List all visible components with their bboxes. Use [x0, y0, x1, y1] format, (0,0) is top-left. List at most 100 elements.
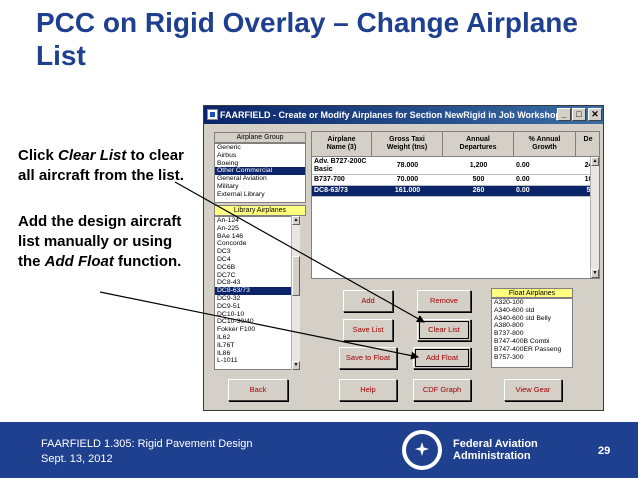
float-airplane-item[interactable]: A340-600 std	[492, 307, 572, 315]
float-airplane-item[interactable]: A320-100	[492, 299, 572, 307]
save-list-button[interactable]: Save List	[343, 319, 393, 341]
library-airplane-item[interactable]: DC3	[215, 248, 299, 256]
save-to-float-button-label: Save to Float	[345, 353, 391, 362]
airplane-group-item[interactable]: Generic	[215, 144, 305, 152]
library-airplane-item[interactable]: IL76T	[215, 342, 299, 350]
scroll-down-icon[interactable]: ▼	[292, 361, 300, 370]
footer-agency: Federal Aviation Administration	[453, 438, 538, 462]
header-extra: De	[576, 132, 599, 157]
float-airplane-item[interactable]: B747-400B Combi	[492, 338, 572, 346]
library-airplane-item[interactable]: L-1011	[215, 357, 299, 365]
help-button-label: Help	[360, 385, 376, 394]
float-airplane-item[interactable]: B737-800	[492, 330, 572, 338]
library-airplane-item[interactable]: An-225	[215, 225, 299, 233]
float-airplane-item[interactable]: B757-300	[492, 354, 572, 362]
instruction-text: function.	[113, 253, 182, 270]
cell-name[interactable]: DC8-63/73	[312, 186, 372, 197]
add-button[interactable]: Add	[343, 290, 393, 312]
cell-weight[interactable]: 78.000	[372, 157, 443, 175]
header-gross-weight: Gross Taxi Weight (tns)	[372, 132, 443, 157]
airplane-group-item[interactable]: Airbus	[215, 152, 305, 160]
slide-title: PCC on Rigid Overlay – Change Airplane L…	[36, 7, 578, 71]
cell-departures[interactable]: 1,200	[443, 157, 514, 175]
cell-departures[interactable]: 500	[443, 175, 514, 186]
add-float-button[interactable]: Add Float	[413, 347, 471, 369]
window-titlebar[interactable]: FAARFIELD - Create or Modify Airplanes f…	[204, 106, 603, 124]
library-airplane-item[interactable]: DC10-10	[215, 311, 299, 319]
cell-name[interactable]: Adv. B727-200C Basic	[312, 157, 372, 175]
instruction-emphasis: Clear List	[58, 147, 127, 164]
library-airplane-item[interactable]: IL62	[215, 334, 299, 342]
scroll-thumb[interactable]	[292, 256, 300, 296]
library-airplane-item[interactable]: DC9-32	[215, 295, 299, 303]
help-button[interactable]: Help	[339, 379, 397, 401]
add-button-label: Add	[361, 296, 375, 305]
cell-growth[interactable]: 0.00	[514, 157, 576, 175]
slide-footer: FAARFIELD 1.305: Rigid Pavement Design S…	[0, 422, 638, 478]
library-airplane-item[interactable]: DC4	[215, 256, 299, 264]
float-airplanes-label: Float Airplanes	[491, 288, 573, 298]
airplane-group-item[interactable]: Boeing	[215, 160, 305, 168]
float-airplane-item[interactable]: A380-800	[492, 322, 572, 330]
cell-weight[interactable]: 70.000	[372, 175, 443, 186]
airplane-group-item[interactable]: Military	[215, 183, 305, 191]
footer-line1: FAARFIELD 1.305: Rigid Pavement Design	[41, 438, 253, 450]
instruction-clear-list: Click Clear List to clear all aircraft f…	[18, 146, 188, 186]
table-row[interactable]: DC8-63/73 161.000 260 0.00 5	[312, 186, 599, 197]
close-button[interactable]: ✕	[588, 108, 602, 121]
cell-name[interactable]: B737-700	[312, 175, 372, 186]
library-airplane-item[interactable]: DC6B	[215, 264, 299, 272]
airplane-group-item[interactable]: External Library	[215, 191, 305, 199]
view-gear-button[interactable]: View Gear	[504, 379, 562, 401]
library-airplane-item[interactable]: IL86	[215, 350, 299, 358]
table-row[interactable]: B737-700 70.000 500 0.00 10	[312, 175, 599, 186]
cell-weight[interactable]: 161.000	[372, 186, 443, 197]
library-airplane-item[interactable]: DC8-43	[215, 279, 299, 287]
header-annual-growth: % Annual Growth	[514, 132, 576, 157]
library-airplane-item[interactable]: BAe 146	[215, 233, 299, 241]
header-airplane-name: Airplane Name (3)	[312, 132, 372, 157]
scroll-down-icon[interactable]: ▼	[591, 269, 599, 278]
cell-growth[interactable]: 0.00	[514, 175, 576, 186]
maximize-button[interactable]: □	[572, 108, 586, 121]
cdf-graph-button[interactable]: CDF Graph	[413, 379, 471, 401]
instruction-emphasis: Add Float	[44, 253, 114, 270]
airplane-group-label: Airplane Group	[214, 132, 306, 143]
library-airplanes-label: Library Airplanes	[214, 205, 306, 216]
library-airplane-item[interactable]: DC9-51	[215, 303, 299, 311]
float-airplane-item[interactable]: B747-400ER Passeng	[492, 346, 572, 354]
library-airplane-item[interactable]: An-124	[215, 217, 299, 225]
footer-line2: Sept. 13, 2012	[41, 453, 113, 465]
library-scrollbar[interactable]: ▲ ▼	[291, 216, 300, 370]
library-airplane-item[interactable]: DC10-30/40	[215, 318, 299, 326]
scroll-up-icon[interactable]: ▲	[292, 216, 300, 225]
cell-growth[interactable]: 0.00	[514, 186, 576, 197]
agency-line2: Administration	[453, 450, 531, 462]
library-airplane-item[interactable]: Concorde	[215, 240, 299, 248]
app-icon	[207, 109, 218, 120]
remove-button[interactable]: Remove	[417, 290, 471, 312]
table-row[interactable]: Adv. B727-200C Basic 78.000 1,200 0.00 24	[312, 157, 599, 175]
airplane-group-list[interactable]: Generic Airbus Boeing Other Commercial Gener…	[214, 143, 306, 203]
cell-departures[interactable]: 260	[443, 186, 514, 197]
airplane-group-item[interactable]: General Aviation	[215, 175, 305, 183]
library-airplanes-list[interactable]: An-124 An-225 BAe 146 Concorde DC3 DC4 DC6B DC7…	[214, 216, 300, 370]
float-airplanes-list[interactable]: A320-100 A340-600 std A340-600 std Belly A3…	[491, 298, 573, 368]
save-to-float-button[interactable]: Save to Float	[339, 347, 397, 369]
library-airplane-item[interactable]: DC8-63/73	[215, 287, 299, 295]
header-annual-departures: Annual Departures	[443, 132, 514, 157]
scroll-up-icon[interactable]: ▲	[591, 157, 599, 166]
minimize-button[interactable]: _	[557, 108, 571, 121]
grid-header: Airplane Name (3) Gross Taxi Weight (tns…	[312, 132, 599, 157]
airplane-group-item[interactable]: Other Commercial	[215, 167, 305, 176]
agency-line1: Federal Aviation	[453, 438, 538, 450]
library-scrollbar-wrap: ▲ ▼	[290, 216, 300, 370]
float-airplane-item[interactable]: A340-600 std Belly	[492, 315, 572, 323]
grid-scrollbar[interactable]: ▲ ▼	[590, 157, 599, 278]
clear-list-button[interactable]: Clear List	[417, 319, 471, 341]
library-airplane-item[interactable]: DC7C	[215, 272, 299, 280]
airplane-grid[interactable]: Airplane Name (3) Gross Taxi Weight (tns…	[311, 131, 600, 279]
library-airplane-item[interactable]: Fokker F100	[215, 326, 299, 334]
back-button[interactable]: Back	[228, 379, 288, 401]
instruction-add-float: Add the design aircraft list manually or…	[18, 212, 188, 272]
